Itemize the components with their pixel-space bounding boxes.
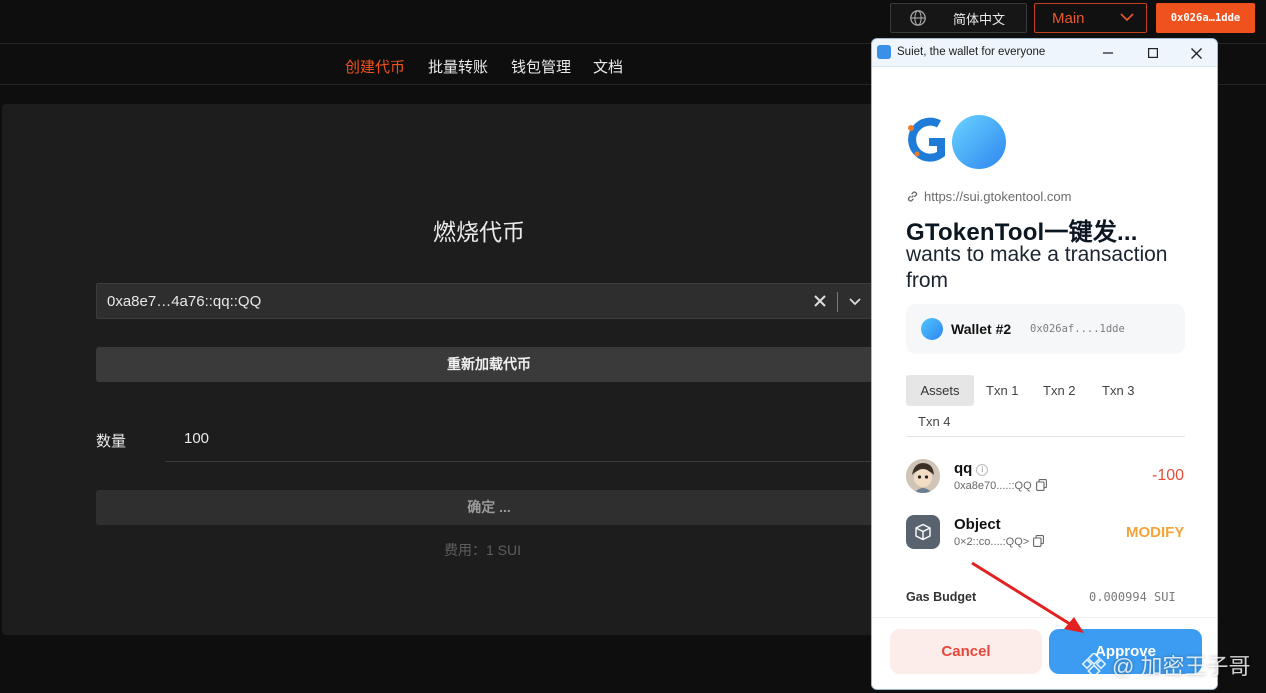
- globe-icon: [910, 10, 926, 26]
- network-label: Main: [1052, 9, 1085, 27]
- quantity-label: 数量: [96, 433, 127, 450]
- dapp-url: https://sui.gtokentool.com: [906, 189, 1071, 204]
- watermark-text: @ 加密王子哥: [1112, 654, 1251, 679]
- wallet-popup-window: Suiet, the wallet for everyone https://s…: [871, 38, 1218, 690]
- copy-icon[interactable]: [1033, 535, 1045, 547]
- wallet-name: Wallet #2: [951, 321, 1012, 337]
- asset-amount: -100: [1152, 467, 1185, 484]
- object-address-text: 0×2::co....:QQ>: [954, 536, 1030, 548]
- token-select-value: 0xa8e7…4a76::qq::QQ: [107, 293, 262, 310]
- object-name: Object: [954, 516, 1001, 533]
- nav-item-batch-transfer[interactable]: 批量转账: [428, 56, 488, 77]
- copy-icon[interactable]: [1035, 479, 1047, 491]
- gas-budget-value: 0.000994 SUI: [1089, 590, 1176, 604]
- account-button[interactable]: 0x026a…1dde: [1156, 3, 1255, 33]
- language-selector[interactable]: 简体中文: [890, 3, 1027, 33]
- network-selector[interactable]: Main: [1034, 3, 1147, 33]
- object-cube-icon: [906, 515, 940, 549]
- token-avatar: [906, 459, 940, 493]
- gtokentool-logo: [908, 115, 1006, 169]
- dapp-url-text: https://sui.gtokentool.com: [924, 189, 1072, 204]
- object-address: 0×2::co....:QQ>: [954, 535, 1045, 548]
- close-icon[interactable]: [1186, 43, 1206, 63]
- popup-titlebar: Suiet, the wallet for everyone: [872, 39, 1217, 67]
- tab-assets[interactable]: Assets: [906, 375, 974, 406]
- request-description: wants to make a transaction from: [906, 243, 1168, 292]
- asset-address-text: 0xa8e70....::QQ: [954, 480, 1032, 492]
- language-label: 简体中文: [953, 11, 1006, 27]
- link-icon: [907, 191, 918, 202]
- object-action-badge: MODIFY: [1126, 524, 1185, 541]
- info-icon[interactable]: i: [976, 464, 989, 476]
- maximize-icon[interactable]: [1143, 43, 1163, 63]
- asset-address: 0xa8e70....::QQ: [954, 479, 1047, 492]
- nav-item-create-token[interactable]: 创建代币: [345, 56, 405, 77]
- page-title: 燃烧代币: [433, 219, 525, 245]
- wallet-address: 0x026af....1dde: [1030, 323, 1125, 335]
- fee-text: 费用：1 SUI: [444, 542, 522, 558]
- tab-txn-4[interactable]: Txn 4: [918, 414, 951, 429]
- select-separator: [837, 292, 838, 312]
- chevron-down-icon: [1120, 13, 1134, 22]
- nav-item-docs[interactable]: 文档: [593, 56, 623, 77]
- wallet-info-box: Wallet #2 0x026af....1dde: [906, 304, 1185, 354]
- watermark: @ 加密王子哥: [1082, 649, 1250, 681]
- gas-budget-label: Gas Budget: [906, 590, 977, 604]
- suiet-app-icon: [877, 45, 891, 59]
- quantity-input[interactable]: 100: [165, 420, 882, 462]
- asset-name: qq i: [954, 460, 989, 477]
- cancel-button[interactable]: Cancel: [890, 629, 1042, 674]
- asset-name-text: qq: [954, 460, 973, 477]
- token-select[interactable]: 0xa8e7…4a76::qq::QQ: [96, 283, 882, 319]
- nav-item-wallet-management[interactable]: 钱包管理: [511, 56, 571, 77]
- minimize-icon[interactable]: [1098, 43, 1118, 63]
- transaction-tabs: Assets Txn 1 Txn 2 Txn 3 Txn 4: [906, 375, 1185, 437]
- reload-tokens-button[interactable]: 重新加载代币: [96, 347, 882, 382]
- tab-txn-2[interactable]: Txn 2: [1043, 383, 1076, 398]
- popup-window-title: Suiet, the wallet for everyone: [897, 46, 1046, 58]
- clear-icon[interactable]: [813, 294, 827, 308]
- tab-txn-3[interactable]: Txn 3: [1102, 383, 1135, 398]
- binance-square-logo: [1082, 653, 1106, 677]
- chevron-down-icon[interactable]: [849, 297, 861, 306]
- wallet-avatar: [921, 318, 943, 340]
- confirm-button[interactable]: 确定 ...: [96, 490, 882, 525]
- tab-txn-1[interactable]: Txn 1: [986, 383, 1019, 398]
